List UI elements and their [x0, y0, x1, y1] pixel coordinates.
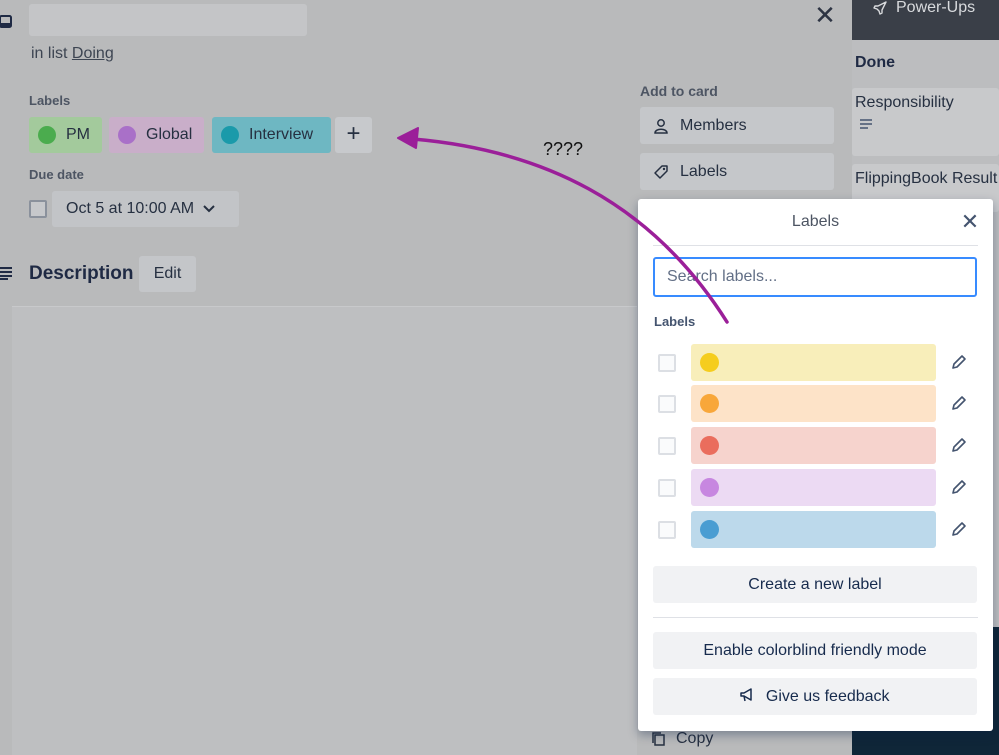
label-chip-global[interactable]: Global	[109, 117, 205, 153]
members-button[interactable]: Members	[640, 107, 834, 144]
close-card-icon[interactable]: ✕	[812, 2, 838, 28]
label-option	[658, 511, 978, 548]
label-chip-text: Global	[146, 126, 193, 143]
label-swatch[interactable]	[691, 511, 936, 548]
list-title: Done	[855, 54, 895, 71]
copy-icon	[652, 732, 665, 746]
description-indicator-icon	[860, 119, 872, 129]
power-ups-button[interactable]: Power-Ups	[872, 0, 999, 16]
in-list-text: in list Doing	[31, 45, 114, 63]
copy-button[interactable]: Copy	[652, 730, 713, 748]
colorblind-mode-button[interactable]: Enable colorblind friendly mode	[653, 632, 977, 669]
labels-heading: Labels	[29, 93, 71, 108]
label-checkbox[interactable]	[658, 521, 676, 539]
label-swatch[interactable]	[691, 469, 936, 506]
label-color-dot	[118, 126, 136, 144]
label-option	[658, 344, 978, 381]
feedback-label: Give us feedback	[765, 688, 890, 705]
labels-button[interactable]: Labels	[640, 153, 834, 190]
edit-description-button[interactable]: Edit	[139, 256, 196, 292]
label-option	[658, 385, 978, 422]
label-swatch[interactable]	[691, 427, 936, 464]
copy-label: Copy	[676, 730, 714, 747]
label-option	[658, 427, 978, 464]
labels-section-heading: Labels	[654, 314, 696, 329]
board-card[interactable]: Responsibility	[852, 88, 999, 156]
label-dot	[700, 478, 719, 497]
in-list-prefix: in list	[31, 45, 68, 62]
list-link[interactable]: Doing	[72, 45, 114, 62]
close-popover-icon[interactable]: ✕	[958, 210, 982, 234]
label-dot	[700, 394, 719, 413]
label-swatch[interactable]	[691, 344, 936, 381]
pencil-icon[interactable]	[949, 519, 969, 539]
label-chip-interview[interactable]: Interview	[212, 117, 331, 153]
label-dot	[700, 353, 719, 372]
board-header: Power-Ups	[852, 0, 999, 40]
annotation-text: ????	[543, 139, 584, 159]
tag-icon	[654, 164, 668, 179]
due-date-button[interactable]: Oct 5 at 10:00 AM	[52, 191, 239, 227]
due-date-heading: Due date	[29, 167, 84, 182]
label-checkbox[interactable]	[658, 354, 676, 372]
divider	[653, 617, 978, 618]
description-heading: Description	[29, 263, 134, 284]
description-area[interactable]	[12, 306, 637, 755]
label-chip-text: PM	[66, 126, 90, 143]
labels-popover: Labels ✕ Labels Create a new label Enabl…	[638, 199, 993, 731]
chevron-down-icon	[203, 205, 215, 213]
label-chip-pm[interactable]: PM	[29, 117, 102, 153]
due-date-value: Oct 5 at 10:00 AM	[66, 200, 195, 217]
search-labels-input[interactable]	[653, 257, 977, 297]
megaphone-icon	[740, 688, 753, 702]
label-option	[658, 469, 978, 506]
popover-title: Labels	[791, 213, 840, 230]
label-color-dot	[38, 126, 56, 144]
due-complete-checkbox[interactable]	[29, 200, 47, 218]
board-card-title: FlippingBook Result	[855, 170, 998, 187]
pencil-icon[interactable]	[949, 393, 969, 413]
board-card-title: Responsibility	[855, 94, 954, 111]
label-checkbox[interactable]	[658, 437, 676, 455]
add-label-button[interactable]: +	[335, 117, 372, 153]
feedback-button[interactable]: Give us feedback	[653, 678, 977, 715]
members-label: Members	[680, 116, 747, 134]
description-icon	[0, 267, 12, 280]
pencil-icon[interactable]	[949, 352, 969, 372]
rocket-icon	[873, 1, 887, 15]
pencil-icon[interactable]	[949, 435, 969, 455]
add-to-card-heading: Add to card	[640, 83, 718, 99]
person-icon	[654, 118, 668, 134]
labels-label: Labels	[680, 162, 728, 180]
label-checkbox[interactable]	[658, 479, 676, 497]
power-ups-label: Power-Ups	[896, 0, 976, 16]
label-chip-text: Interview	[249, 126, 314, 143]
pencil-icon[interactable]	[949, 477, 969, 497]
label-color-dot	[221, 126, 239, 144]
divider	[653, 245, 978, 246]
label-checkbox[interactable]	[658, 395, 676, 413]
label-dot	[700, 436, 719, 455]
label-dot	[700, 520, 719, 539]
card-title-input[interactable]	[29, 4, 307, 36]
label-swatch[interactable]	[691, 385, 936, 422]
card-icon	[0, 15, 12, 28]
create-label-button[interactable]: Create a new label	[653, 566, 977, 603]
